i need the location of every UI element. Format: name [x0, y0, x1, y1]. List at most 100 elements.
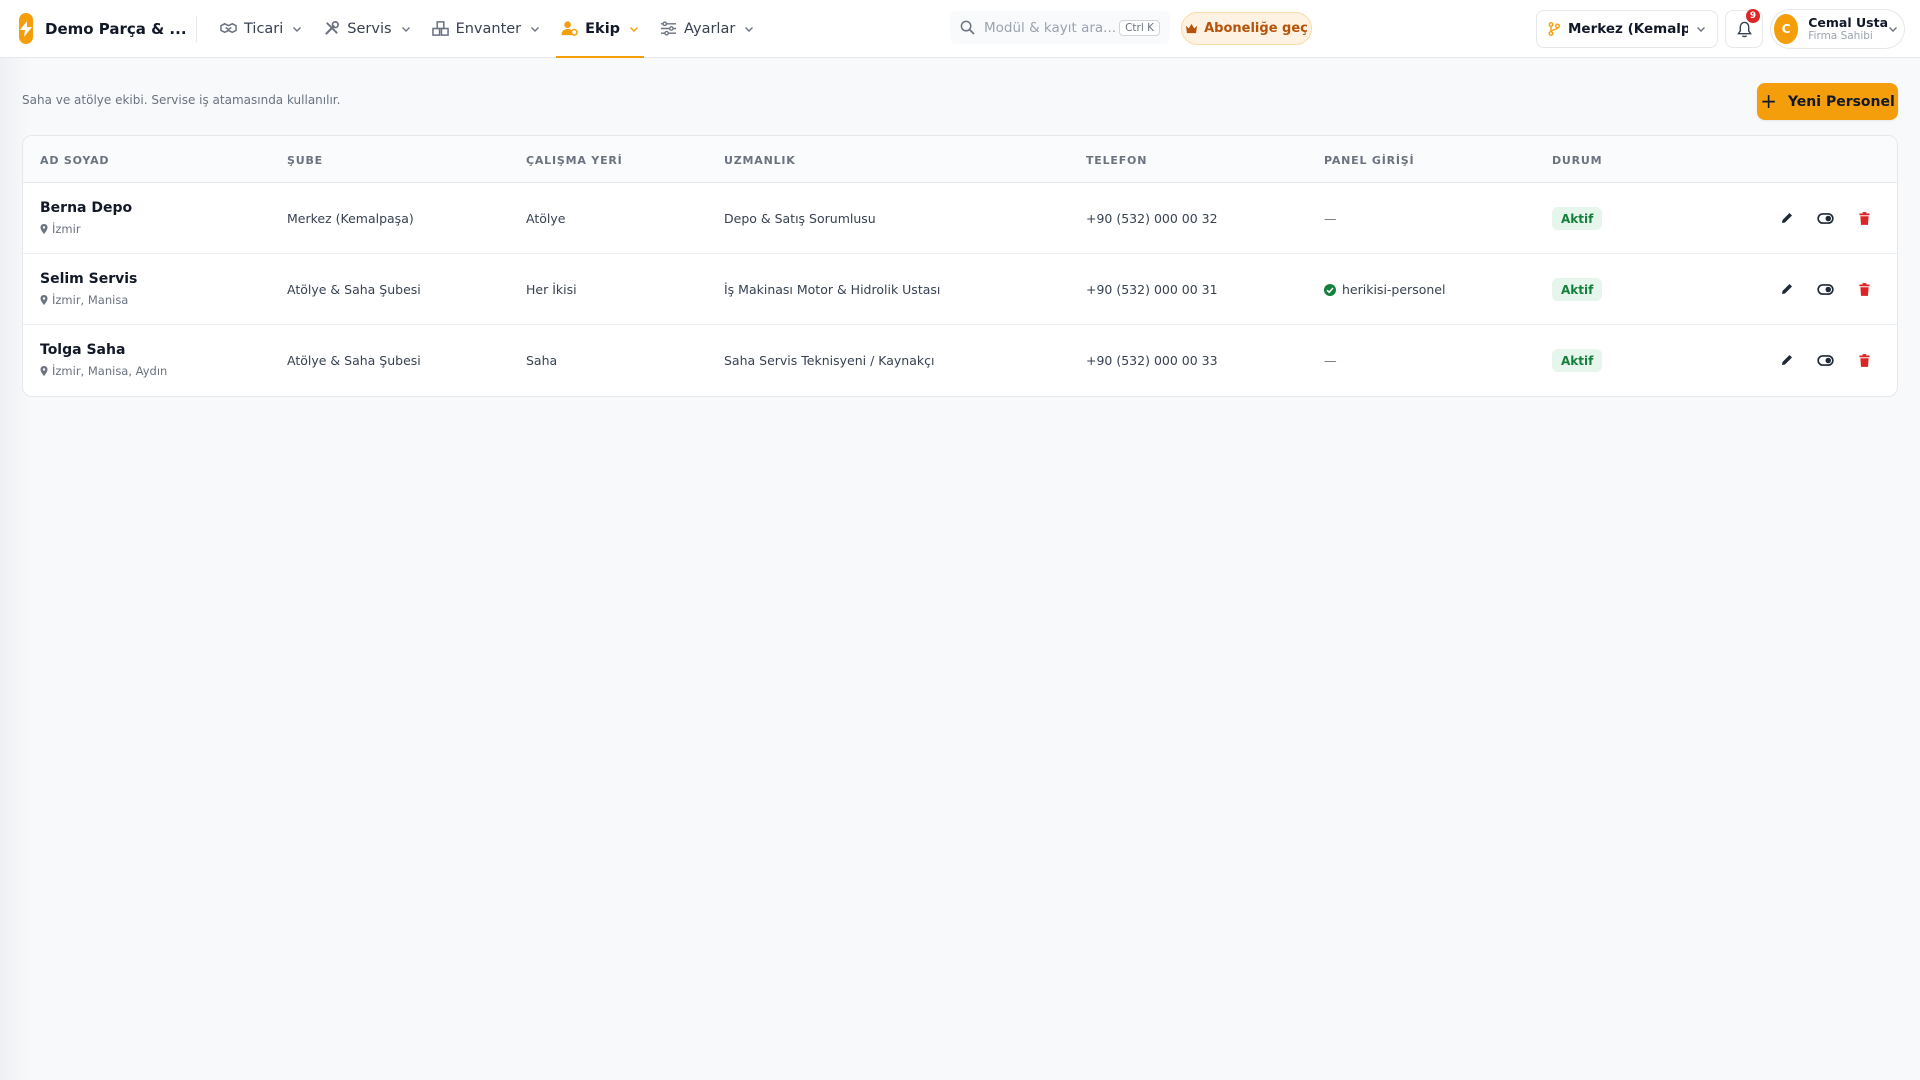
- handshake-icon: [220, 20, 237, 37]
- new-personnel-label: Yeni Personel: [1787, 93, 1895, 110]
- chevron-down-icon: [292, 24, 302, 34]
- nav-item-ayarlar[interactable]: Ayarlar: [655, 0, 759, 58]
- specialty-cell: Depo & Satış Sorumlusu: [724, 211, 876, 226]
- trash-icon: [1858, 282, 1870, 296]
- user-menu[interactable]: C Cemal Usta Firma Sahibi: [1770, 9, 1905, 49]
- chevron-down-icon: [744, 24, 754, 34]
- column-header-phone[interactable]: TELEFON: [1086, 154, 1147, 167]
- workplace-cell: Her İkisi: [526, 282, 577, 297]
- table-header: AD SOYAD ŞUBE ÇALIŞMA YERİ UZMANLIK TELE…: [23, 136, 1897, 183]
- person-location: İzmir, Manisa, Aydın: [40, 364, 167, 378]
- nav-label: Ticari: [244, 20, 284, 37]
- header-divider: [196, 15, 197, 42]
- lightning-bolt-icon: [19, 13, 33, 44]
- user-role: Firma Sahibi: [1808, 30, 1873, 43]
- user-name: Cemal Usta: [1808, 15, 1888, 31]
- toggle-active-button[interactable]: [1816, 351, 1834, 369]
- location-text: İzmir: [52, 222, 81, 236]
- toggle-icon: [1816, 354, 1834, 366]
- chevron-down-icon: [629, 24, 639, 34]
- toggle-icon: [1816, 283, 1834, 295]
- personnel-table: AD SOYAD ŞUBE ÇALIŞMA YERİ UZMANLIK TELE…: [22, 135, 1898, 397]
- map-pin-icon: [40, 224, 48, 234]
- brand[interactable]: Demo Parça & ...: [19, 13, 187, 44]
- column-header-workplace[interactable]: ÇALIŞMA YERİ: [526, 154, 623, 167]
- toggle-icon: [1816, 212, 1834, 224]
- new-personnel-button[interactable]: + Yeni Personel: [1757, 83, 1898, 120]
- nav-label: Servis: [347, 20, 392, 37]
- location-text: İzmir, Manisa: [52, 293, 129, 307]
- edit-button[interactable]: [1778, 209, 1796, 227]
- panel-username: herikisi-personel: [1342, 282, 1446, 297]
- brand-name: Demo Parça & ...: [45, 19, 187, 38]
- page-subtitle: Saha ve atölye ekibi. Servise iş ataması…: [22, 93, 341, 107]
- nav-item-ekip[interactable]: Ekip: [556, 0, 644, 58]
- column-header-status[interactable]: DURUM: [1552, 154, 1602, 167]
- status-badge: Aktif: [1552, 349, 1603, 372]
- pencil-icon: [1782, 284, 1792, 294]
- nav-label: Ayarlar: [684, 20, 736, 37]
- trash-icon: [1858, 353, 1870, 367]
- workplace-cell: Atölye: [526, 211, 566, 226]
- sliders-icon: [660, 20, 677, 37]
- table-row[interactable]: Selim Servis İzmir, Manisa Atölye & Saha…: [23, 254, 1897, 325]
- user-gear-icon: [561, 20, 578, 37]
- branch-selector[interactable]: Merkez (Kemalpa...: [1536, 10, 1718, 48]
- column-header-panel-login[interactable]: PANEL GİRİŞİ: [1324, 154, 1414, 167]
- delete-button[interactable]: [1855, 351, 1873, 369]
- chevron-down-icon: [1696, 24, 1706, 34]
- table-row[interactable]: Berna Depo İzmir Merkez (Kemalpaşa) Atöl…: [23, 183, 1897, 254]
- plus-icon: +: [1760, 88, 1777, 113]
- map-pin-icon: [40, 295, 48, 305]
- person-name: Tolga Saha: [40, 342, 126, 358]
- bell-icon: [1736, 21, 1752, 38]
- upgrade-label: Aboneliğe geç: [1204, 21, 1308, 36]
- person-name: Selim Servis: [40, 271, 138, 287]
- upgrade-button[interactable]: Aboneliğe geç: [1181, 12, 1312, 45]
- edit-button[interactable]: [1778, 280, 1796, 298]
- table-row[interactable]: Tolga Saha İzmir, Manisa, Aydın Atölye &…: [23, 325, 1897, 396]
- specialty-cell: İş Makinası Motor & Hidrolik Ustası: [724, 282, 941, 297]
- toggle-active-button[interactable]: [1816, 280, 1834, 298]
- chevron-down-icon: [1888, 24, 1898, 34]
- nav-item-ticari[interactable]: Ticari: [215, 0, 307, 58]
- trash-icon: [1858, 211, 1870, 225]
- phone-cell: +90 (532) 000 00 33: [1086, 353, 1218, 368]
- specialty-cell: Saha Servis Teknisyeni / Kaynakçı: [724, 353, 935, 368]
- search-placeholder: Modül & kayıt ara...: [984, 19, 1117, 36]
- chevron-down-icon: [530, 24, 540, 34]
- branch-cell: Merkez (Kemalpaşa): [287, 211, 414, 226]
- search-icon: [960, 20, 975, 35]
- tools-icon: [323, 20, 340, 37]
- edit-button[interactable]: [1778, 351, 1796, 369]
- column-header-name[interactable]: AD SOYAD: [40, 154, 109, 167]
- status-badge: Aktif: [1552, 207, 1603, 230]
- branch-cell: Atölye & Saha Şubesi: [287, 353, 421, 368]
- search-input[interactable]: Modül & kayıt ara... Ctrl K: [950, 11, 1170, 44]
- avatar: C: [1774, 14, 1799, 44]
- branch-label: Merkez (Kemalpa...: [1568, 21, 1688, 37]
- phone-cell: +90 (532) 000 00 31: [1086, 282, 1218, 297]
- workplace-cell: Saha: [526, 353, 558, 368]
- notifications-button[interactable]: 9: [1725, 9, 1763, 48]
- column-header-specialty[interactable]: UZMANLIK: [724, 154, 796, 167]
- panel-login-cell: —: [1324, 353, 1337, 368]
- nav-item-servis[interactable]: Servis: [318, 0, 415, 58]
- pencil-icon: [1782, 213, 1792, 223]
- notification-count-badge: 9: [1746, 9, 1760, 23]
- delete-button[interactable]: [1855, 209, 1873, 227]
- column-header-branch[interactable]: ŞUBE: [287, 154, 323, 167]
- person-name: Berna Depo: [40, 200, 133, 216]
- location-text: İzmir, Manisa, Aydın: [52, 364, 168, 378]
- git-branch-icon: [1548, 22, 1560, 36]
- nav-label: Envanter: [455, 20, 522, 37]
- chevron-down-icon: [401, 24, 411, 34]
- delete-button[interactable]: [1855, 280, 1873, 298]
- search-shortcut: Ctrl K: [1119, 19, 1160, 36]
- nav-item-envanter[interactable]: Envanter: [427, 0, 546, 58]
- main-nav: Ticari Servis Envanter Ekip Ayarlar: [215, 0, 770, 58]
- panel-login-cell: herikisi-personel: [1324, 282, 1445, 297]
- pencil-icon: [1782, 355, 1792, 365]
- toggle-active-button[interactable]: [1816, 209, 1834, 227]
- phone-cell: +90 (532) 000 00 32: [1086, 211, 1218, 226]
